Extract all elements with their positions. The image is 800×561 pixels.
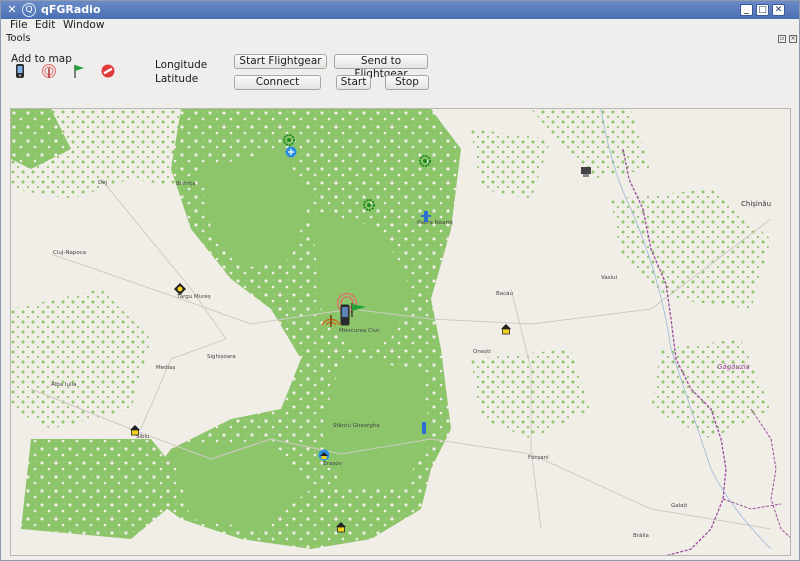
map-base-layer <box>11 109 790 555</box>
mobile-station-icon <box>16 64 24 78</box>
add-radio-tower-button[interactable] <box>41 63 57 79</box>
float-dock-button[interactable]: ▫ <box>778 35 786 43</box>
house-marker-icon[interactable] <box>129 424 141 436</box>
yellow-diamond-marker-icon[interactable] <box>174 283 186 295</box>
connect-button[interactable]: Connect <box>234 75 321 90</box>
start-flightgear-button[interactable]: Start Flightgear <box>234 54 327 69</box>
longitude-label: Longitude <box>155 59 208 71</box>
flag-icon <box>74 65 84 78</box>
menu-window[interactable]: Window <box>63 19 104 31</box>
menu-edit[interactable]: Edit <box>35 19 55 31</box>
city-galati: Galați <box>671 503 688 509</box>
map-view[interactable]: Dej Bistrița Cluj-Napoca Târgu Mureș Sig… <box>10 108 791 556</box>
stop-button[interactable]: Stop <box>385 75 429 90</box>
city-onesti: Onești <box>473 349 491 355</box>
blue-airport-marker-icon[interactable] <box>285 146 297 158</box>
add-mobile-station-button[interactable] <box>12 63 28 79</box>
window-title: qFGRadio <box>41 3 101 16</box>
house-marker-icon[interactable] <box>335 521 347 533</box>
city-brasov: Brașov <box>323 461 342 467</box>
add-flag-button[interactable] <box>71 63 87 79</box>
city-sighisoara: Sighișoara <box>207 354 236 360</box>
city-chisinau: Chișinău <box>741 200 772 208</box>
add-no-signal-button[interactable] <box>100 63 116 79</box>
city-medias: Mediaș <box>156 365 176 371</box>
main-window: ✕ Q qFGRadio _ □ ✕ File Edit Window Tool… <box>0 0 800 561</box>
green-gear-marker-icon[interactable] <box>419 155 431 167</box>
house-marker-icon[interactable] <box>500 323 512 335</box>
city-focsani: Focșani <box>528 455 549 461</box>
city-sfantu-gheorghe: Sfântu Gheorghe <box>333 423 380 429</box>
blue-tower-marker-icon[interactable] <box>419 209 433 223</box>
minimize-button[interactable]: _ <box>740 4 753 16</box>
close-x-icon[interactable]: ✕ <box>5 3 19 17</box>
city-cluj: Cluj-Napoca <box>53 250 87 256</box>
blue-pin-marker-icon[interactable] <box>419 421 429 435</box>
house-marker-icon[interactable] <box>318 449 330 461</box>
green-gear-marker-icon[interactable] <box>283 134 295 146</box>
send-to-flightgear-button[interactable]: Send to Flightgear <box>334 54 428 80</box>
city-alba-iulia: Alba Iulia <box>51 382 77 388</box>
menu-bar: File Edit Window <box>1 19 799 33</box>
title-bar: ✕ Q qFGRadio _ □ ✕ <box>1 1 799 19</box>
latitude-label: Latitude <box>155 73 199 85</box>
tools-dock-title: Tools <box>6 33 31 44</box>
flag-marker-icon[interactable] <box>351 303 367 317</box>
city-vaslui: Vaslui <box>601 275 618 281</box>
no-signal-icon <box>101 64 115 78</box>
menu-file[interactable]: File <box>10 19 28 31</box>
city-braila: Brăila <box>633 533 649 539</box>
radio-tower-icon <box>42 64 56 78</box>
green-gear-marker-icon[interactable] <box>363 199 375 211</box>
monitor-marker-icon[interactable] <box>579 165 593 179</box>
close-dock-button[interactable]: × <box>789 35 797 43</box>
app-icon: Q <box>22 3 36 17</box>
maximize-button[interactable]: □ <box>756 4 769 16</box>
city-miercurea-ciuc: Miercurea Ciuc <box>339 328 380 334</box>
tools-dock-header: Tools ▫ × <box>1 33 799 45</box>
city-bacau: Bacău <box>496 291 514 297</box>
mobile-station-marker-icon[interactable] <box>340 304 350 326</box>
close-button[interactable]: ✕ <box>772 4 785 16</box>
city-dej: Dej <box>98 180 108 186</box>
region-gagauzia: Găgăuzia <box>717 363 750 371</box>
start-button[interactable]: Start <box>336 75 371 90</box>
city-bistrita: Bistrița <box>176 181 196 187</box>
